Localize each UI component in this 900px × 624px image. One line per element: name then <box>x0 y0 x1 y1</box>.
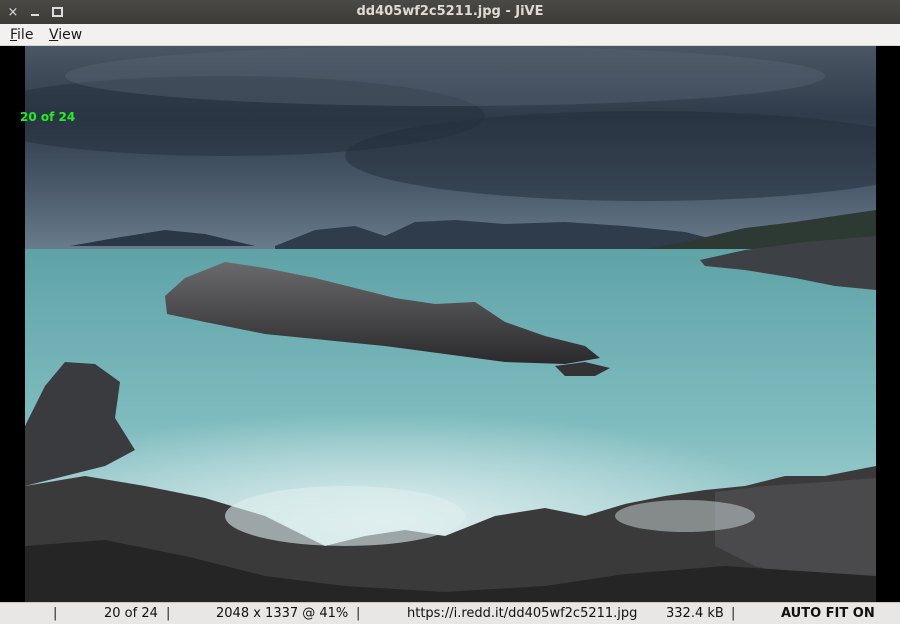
image-counter-overlay: 20 of 24 <box>20 110 76 124</box>
status-url: https://i.redd.it/dd405wf2c5211.jpg <box>407 606 638 621</box>
menu-bar: File View <box>0 24 900 46</box>
status-counter: 20 of 24 <box>104 606 158 621</box>
menu-view-label: iew <box>58 27 83 43</box>
status-separator: | <box>731 606 736 621</box>
displayed-photo <box>25 46 876 602</box>
status-bar: | 20 of 24 | 2048 x 1337 @ 41% | https:/… <box>0 602 900 624</box>
title-bar: × dd405wf2c5211.jpg - JiVE <box>0 0 900 24</box>
window-title: dd405wf2c5211.jpg - JiVE <box>356 4 544 19</box>
status-separator: | <box>53 606 58 621</box>
menu-view-mnemonic: V <box>49 27 59 43</box>
menu-file[interactable]: File <box>10 24 33 46</box>
status-dimensions: 2048 x 1337 @ 41% <box>216 606 349 621</box>
menu-file-mnemonic: F <box>10 27 18 43</box>
status-file-size: 332.4 kB <box>666 606 724 621</box>
seascape-image <box>25 46 876 602</box>
menu-view[interactable]: View <box>49 24 82 46</box>
status-separator: | <box>166 606 171 621</box>
image-viewport[interactable]: 20 of 24 <box>0 46 900 602</box>
menu-file-label: ile <box>17 27 34 43</box>
status-fit-mode[interactable]: AUTO FIT ON <box>781 603 875 624</box>
status-separator: | <box>356 606 361 621</box>
